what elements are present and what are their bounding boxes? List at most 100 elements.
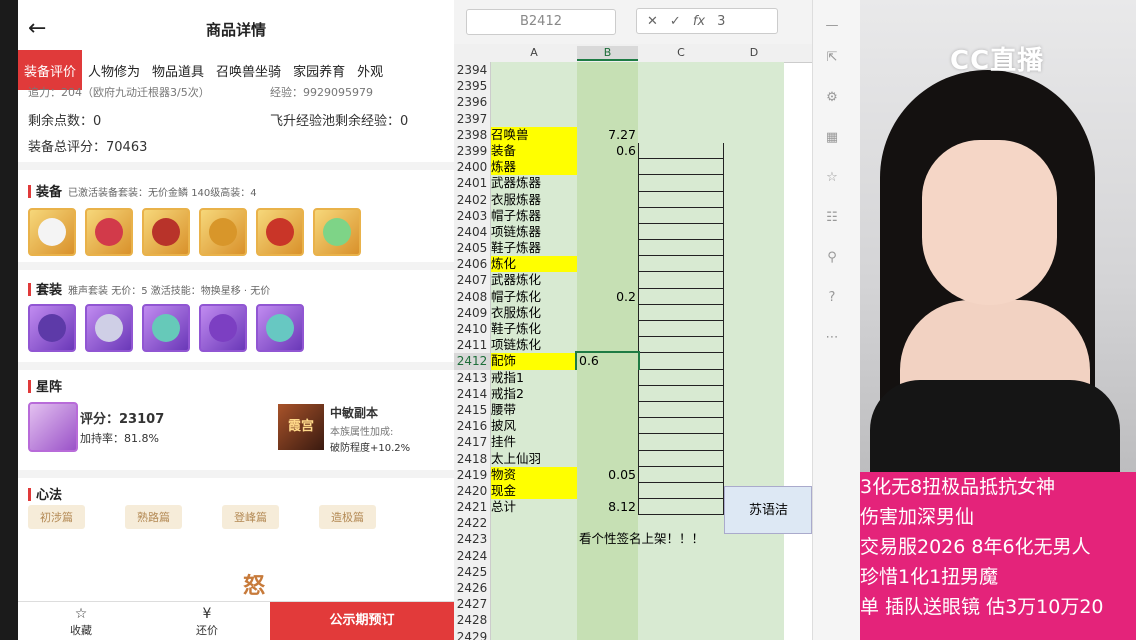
- cell-b[interactable]: [577, 401, 638, 419]
- cell-c[interactable]: [638, 482, 724, 500]
- cell-b[interactable]: [577, 256, 638, 273]
- cell-b[interactable]: 0.05: [577, 466, 638, 483]
- cell-a[interactable]: [491, 547, 577, 564]
- cell-b[interactable]: [577, 434, 638, 451]
- suit-item[interactable]: [28, 304, 76, 352]
- cell-a[interactable]: 项链炼化: [491, 337, 577, 354]
- cell-b[interactable]: [577, 482, 638, 500]
- row-number[interactable]: 2417: [454, 434, 491, 451]
- cell-d[interactable]: [724, 288, 784, 305]
- cell-d[interactable]: [724, 62, 784, 79]
- cell-a[interactable]: [491, 531, 577, 548]
- cell-d[interactable]: [724, 207, 784, 224]
- row-number[interactable]: 2413: [454, 369, 491, 386]
- select-icon[interactable]: ⇱: [823, 50, 841, 68]
- cell-d[interactable]: [724, 78, 784, 95]
- cell-b[interactable]: [577, 418, 638, 435]
- row-number[interactable]: 2398: [454, 126, 491, 143]
- cell-c[interactable]: [638, 94, 724, 111]
- cell-c[interactable]: [638, 369, 724, 386]
- cell-a[interactable]: 装备: [491, 142, 577, 160]
- cell-d[interactable]: [724, 304, 784, 321]
- cell-a[interactable]: 项链炼器: [491, 223, 577, 241]
- cell-b[interactable]: 7.27: [577, 126, 638, 143]
- cell-d[interactable]: [724, 369, 784, 386]
- suit-item[interactable]: [85, 304, 133, 352]
- cell-c[interactable]: [638, 418, 724, 435]
- cell-a[interactable]: 衣服炼化: [491, 304, 577, 321]
- row-number[interactable]: 2411: [454, 337, 491, 354]
- column-d-header[interactable]: D: [724, 46, 784, 59]
- cell-c[interactable]: [638, 385, 724, 402]
- row-number[interactable]: 2408: [454, 288, 491, 305]
- column-c-header[interactable]: C: [638, 46, 724, 59]
- cell-d[interactable]: [724, 240, 784, 257]
- row-number[interactable]: 2428: [454, 612, 491, 629]
- cell-a[interactable]: 帽子炼化: [491, 288, 577, 305]
- equipment-item[interactable]: [142, 208, 190, 256]
- cell-c[interactable]: [638, 223, 724, 241]
- tools-icon[interactable]: ☷: [823, 210, 841, 228]
- cell-a[interactable]: 太上仙羽: [491, 450, 577, 467]
- cell-b[interactable]: [577, 369, 638, 386]
- cell-c[interactable]: [638, 401, 724, 419]
- cell-a[interactable]: 炼器: [491, 159, 577, 176]
- cell-a[interactable]: 鞋子炼化: [491, 321, 577, 338]
- cell-b[interactable]: 0.6: [575, 351, 640, 372]
- cell-c[interactable]: [638, 175, 724, 192]
- row-number[interactable]: 2404: [454, 223, 491, 241]
- column-b-header[interactable]: B: [577, 46, 638, 61]
- cell-b[interactable]: [577, 321, 638, 338]
- cell-a[interactable]: 配饰: [491, 353, 577, 370]
- cell-b[interactable]: [577, 337, 638, 354]
- cell-b[interactable]: [577, 563, 638, 580]
- cell-c[interactable]: [638, 62, 724, 79]
- cell-d[interactable]: [724, 580, 784, 597]
- cell-b[interactable]: [577, 191, 638, 208]
- cell-a[interactable]: 衣服炼器: [491, 191, 577, 208]
- cell-d[interactable]: [724, 175, 784, 192]
- row-number[interactable]: 2396: [454, 94, 491, 111]
- cell-d[interactable]: [724, 110, 784, 127]
- cell-b[interactable]: 0.2: [577, 288, 638, 305]
- cell-b[interactable]: [577, 110, 638, 127]
- row-number[interactable]: 2416: [454, 418, 491, 435]
- cell-c[interactable]: [638, 288, 724, 305]
- row-number[interactable]: 2424: [454, 547, 491, 564]
- cell-b[interactable]: 8.12: [577, 499, 638, 516]
- row-number[interactable]: 2429: [454, 628, 491, 640]
- xinfa-tag[interactable]: 登峰篇: [222, 505, 279, 529]
- row-number[interactable]: 2419: [454, 466, 491, 483]
- cancel-icon[interactable]: ✕: [647, 14, 658, 29]
- row-number[interactable]: 2427: [454, 596, 491, 613]
- row-number[interactable]: 2423: [454, 531, 491, 548]
- equipment-item[interactable]: [28, 208, 76, 256]
- cell-b[interactable]: [577, 240, 638, 257]
- cell-a[interactable]: [491, 62, 577, 79]
- cell-c[interactable]: [638, 191, 724, 208]
- row-number[interactable]: 2402: [454, 191, 491, 208]
- row-number[interactable]: 2420: [454, 482, 491, 500]
- cell-b[interactable]: [577, 62, 638, 79]
- cell-c[interactable]: [638, 207, 724, 224]
- cell-d[interactable]: [724, 126, 784, 143]
- cell-a[interactable]: [491, 94, 577, 111]
- cell-d[interactable]: [724, 450, 784, 467]
- cell-c[interactable]: [638, 142, 724, 160]
- xinfa-tag[interactable]: 熟路篇: [125, 505, 182, 529]
- cell-b[interactable]: [577, 207, 638, 224]
- cell-c[interactable]: [638, 337, 724, 354]
- favorite-button[interactable]: ☆ 收藏: [18, 602, 144, 640]
- cell-c[interactable]: [638, 547, 724, 564]
- cell-a[interactable]: 帽子炼器: [491, 207, 577, 224]
- suit-item[interactable]: [142, 304, 190, 352]
- cell-a[interactable]: 戒指1: [491, 369, 577, 386]
- confirm-icon[interactable]: ✓: [670, 14, 681, 29]
- cell-d[interactable]: [724, 547, 784, 564]
- equipment-item[interactable]: [256, 208, 304, 256]
- cell-c[interactable]: [638, 563, 724, 580]
- cell-d[interactable]: [724, 159, 784, 176]
- cell-c[interactable]: [638, 256, 724, 273]
- cell-a[interactable]: [491, 78, 577, 95]
- cell-d[interactable]: [724, 596, 784, 613]
